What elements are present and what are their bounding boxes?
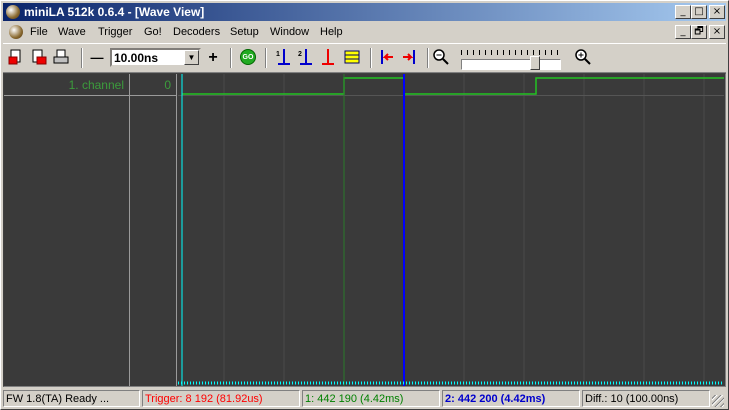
status-trigger: Trigger: 8 192 (81.92us) [142,390,300,407]
toolbar-separator [370,48,372,68]
toolbar-separator [265,48,267,68]
menu-go[interactable]: Go! [144,25,162,40]
menu-setup[interactable]: Setup [230,25,259,40]
group-cursors-icon[interactable] [342,48,362,68]
close-button[interactable]: × [709,5,725,19]
channel-values-column: 0 [130,74,177,386]
child-close-button[interactable]: × [709,25,725,39]
grid-lines [178,74,724,386]
chevron-down-icon[interactable]: ▼ [184,50,199,65]
menu-bar: File Wave Trigger Go! Decoders Setup Win… [3,23,726,42]
zoom-in-button[interactable]: + [203,48,223,68]
document-icon[interactable] [9,25,23,39]
channel-names-column: 1. channel [4,74,130,386]
resize-grip[interactable] [712,395,724,407]
status-cursor2: 2: 442 200 (4.42ms) [442,390,580,407]
goto-cursor1-icon[interactable] [377,48,397,68]
zoom-slider[interactable] [459,48,565,72]
cursor1-label: 1 [276,51,280,58]
minimize-button[interactable]: _ [675,5,691,19]
child-minimize-button[interactable]: _ [675,25,691,39]
slider-thumb[interactable] [530,56,541,70]
menu-window[interactable]: Window [270,25,309,40]
channel-1-waveform [182,77,724,95]
row-separator [4,95,129,96]
toolbar-separator [230,48,232,68]
zoom-in-icon[interactable] [573,48,593,68]
trigger-cursor-icon[interactable] [318,48,338,68]
status-bar: FW 1.8(TA) Ready ... Trigger: 8 192 (81.… [3,389,726,409]
cursor1-icon[interactable]: 1 [274,48,294,68]
zoom-out-icon[interactable] [431,48,451,68]
status-diff: Diff.: 10 (100.00ns) [582,390,710,407]
channel-name[interactable]: 1. channel [4,78,124,92]
wave-view: 1. channel 0 [3,73,726,387]
toolbar-separator [81,48,83,68]
menu-decoders[interactable]: Decoders [173,25,220,40]
menu-file[interactable]: File [30,25,48,40]
waveform-area[interactable] [178,74,724,386]
maximize-button[interactable]: □ [691,5,707,19]
goto-cursor2-icon[interactable] [399,48,419,68]
app-icon[interactable] [6,5,20,19]
go-button[interactable]: GO [238,48,258,68]
slider-ticks [461,50,561,55]
timebase-select[interactable]: 10.00ns ▼ [110,48,201,67]
go-label: GO [242,54,254,61]
menu-wave[interactable]: Wave [58,25,86,40]
row-separator [130,95,176,96]
window-title: miniLA 512k 0.6.4 - [Wave View] [24,5,205,19]
cursor2-label: 2 [298,51,302,58]
menu-trigger[interactable]: Trigger [98,25,132,40]
timebase-value: 10.00ns [114,51,159,65]
title-bar[interactable]: miniLA 512k 0.6.4 - [Wave View] _ □ × [3,3,726,21]
toolbar: — 10.00ns ▼ + GO 1 2 [3,43,726,73]
menu-help[interactable]: Help [320,25,343,40]
channel-value: 0 [164,78,171,92]
status-cursor1: 1: 442 190 (4.42ms) [302,390,440,407]
status-firmware: FW 1.8(TA) Ready ... [3,390,140,407]
open-file-icon[interactable] [7,48,27,68]
slider-track[interactable] [461,59,561,70]
toolbar-separator [427,48,429,68]
main-window: miniLA 512k 0.6.4 - [Wave View] _ □ × Fi… [0,0,729,410]
save-file-icon[interactable] [29,48,49,68]
zoom-out-button[interactable]: — [87,48,107,68]
child-restore-button[interactable]: 🗗 [691,25,707,39]
cursor2-icon[interactable]: 2 [296,48,316,68]
print-icon[interactable] [51,48,71,68]
